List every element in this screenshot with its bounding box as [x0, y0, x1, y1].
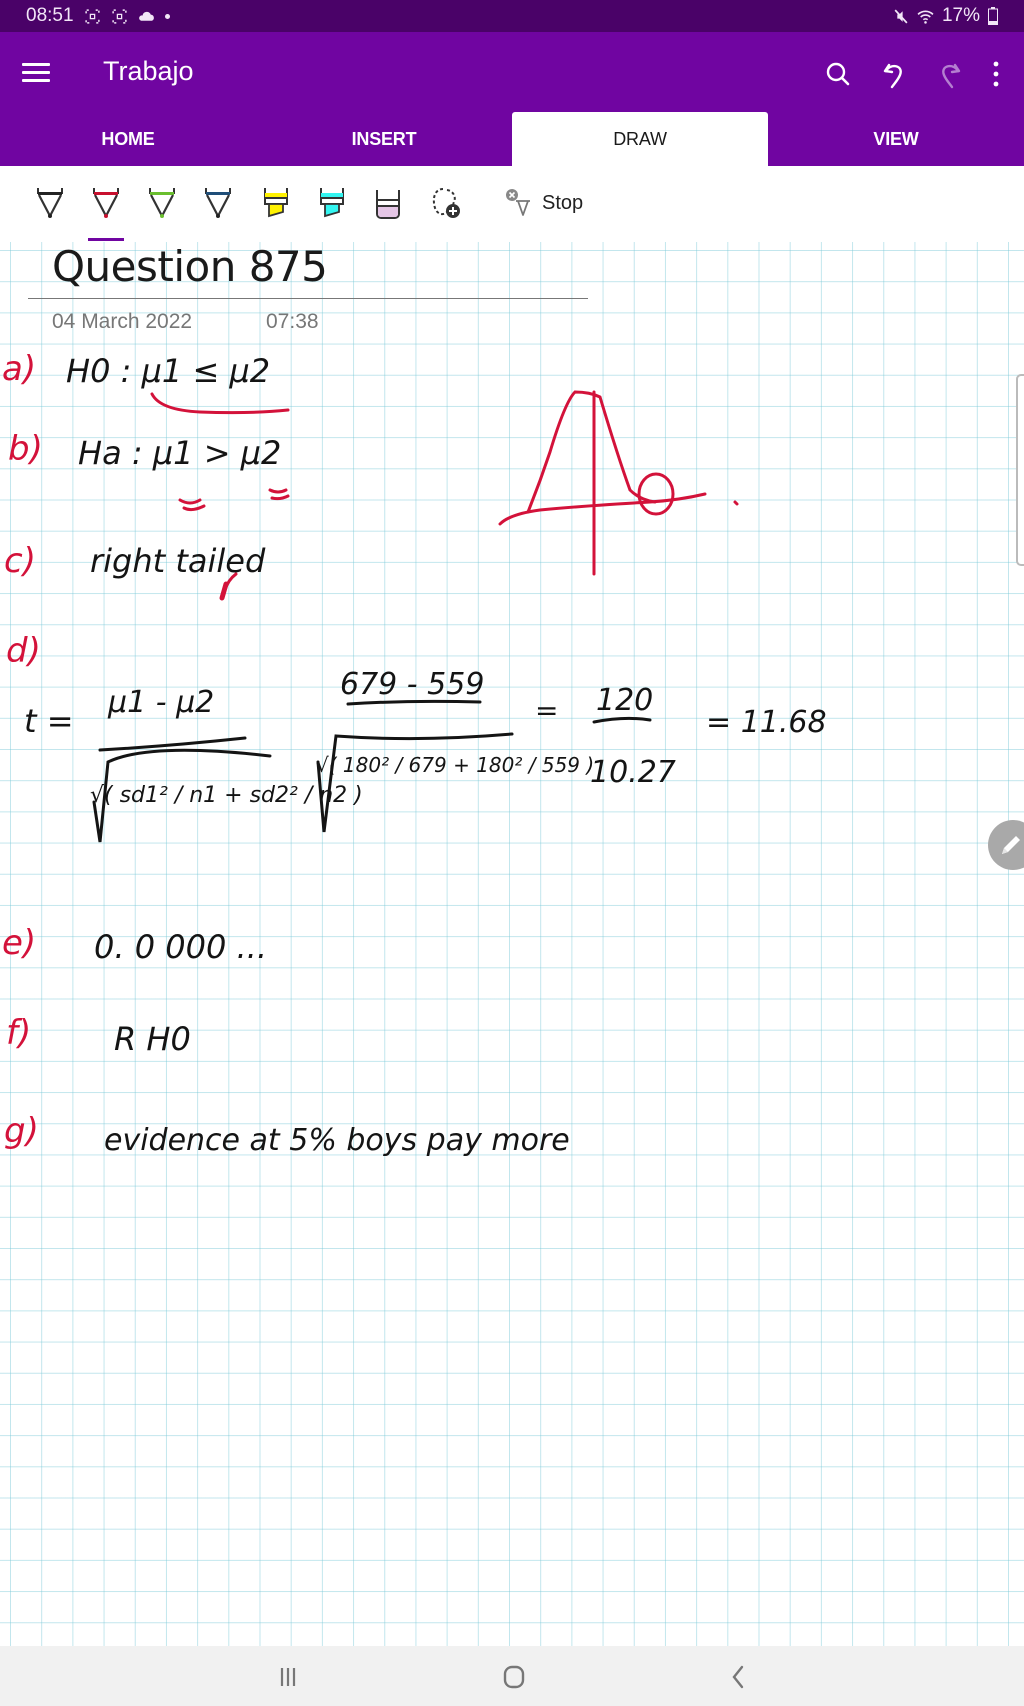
stop-drawing-button[interactable]: Stop: [504, 187, 583, 219]
simplified-numerator: 120: [596, 683, 653, 718]
back-icon: [732, 1665, 744, 1689]
cloud-icon: [138, 11, 154, 21]
redo-icon: [942, 63, 961, 89]
redo-button[interactable]: [922, 52, 978, 96]
label-g: g): [4, 1111, 39, 1151]
stop-label: Stop: [542, 191, 584, 214]
simplified-denominator: 10.27: [590, 755, 676, 790]
highlighter-icon: [320, 188, 344, 218]
home-button[interactable]: [484, 1660, 544, 1694]
lasso-add-icon: [432, 188, 460, 218]
tab-draw[interactable]: DRAW: [512, 112, 768, 166]
dot-icon: [164, 13, 170, 19]
p-value: 0. 0 000 ...: [94, 928, 267, 966]
system-nav-bar: [0, 1646, 1024, 1706]
vertical-scrollbar[interactable]: [1016, 374, 1024, 566]
decision: R H0: [114, 1020, 191, 1058]
ribbon-tabs: HOME INSERT DRAW VIEW: [0, 112, 1024, 166]
highlighter-icon: [376, 190, 400, 219]
mute-icon: [894, 9, 908, 23]
null-hypothesis: H0 : μ1 ≤ μ2: [66, 352, 270, 390]
wifi-icon: [917, 10, 934, 24]
label-e: e): [2, 923, 36, 963]
pen-red-button[interactable]: [86, 183, 126, 241]
undo-icon: [883, 63, 902, 89]
home-icon: [503, 1665, 525, 1689]
label-a: a): [2, 349, 36, 389]
conclusion: evidence at 5% boys pay more: [104, 1123, 570, 1158]
label-b: b): [8, 429, 43, 469]
pen-blue-button[interactable]: [198, 183, 238, 223]
search-button[interactable]: [810, 52, 866, 96]
recent-apps-icon: [280, 1668, 296, 1686]
more-vertical-icon: [993, 61, 999, 87]
highlighter-cyan-button[interactable]: [312, 183, 352, 223]
t-equals: t =: [24, 702, 74, 740]
recent-apps-button[interactable]: [258, 1660, 318, 1694]
screenshot-icon: [84, 8, 100, 24]
pen-icon: [37, 188, 63, 218]
stop-pen-icon: [506, 189, 530, 216]
hamburger-icon-line: [22, 63, 50, 66]
tab-home[interactable]: HOME: [0, 112, 256, 166]
draw-toolbar: Stop: [0, 166, 1024, 242]
ink-layer: a) b) c) d) e) f) g) H0 : μ1 ≤ μ2 Ha : μ…: [2, 349, 827, 1158]
lasso-add-button[interactable]: [426, 183, 466, 223]
battery-percent: 17%: [941, 5, 980, 26]
search-icon: [826, 62, 850, 86]
t-values-denominator: √( 180² / 679 + 180² / 559 ): [316, 753, 594, 777]
app-bar: Trabajo HOME INSERT DRAW VIEW: [0, 32, 1024, 166]
highlighter-lavender-button[interactable]: [368, 183, 408, 223]
battery-icon: [988, 7, 998, 25]
status-time: 08:51: [26, 5, 74, 26]
label-f: f): [6, 1013, 31, 1053]
t-formula-numerator: μ1 - μ2: [107, 685, 214, 720]
screenshot-icon: [111, 8, 127, 24]
back-button[interactable]: [708, 1660, 768, 1694]
label-d: d): [6, 631, 41, 671]
note-canvas[interactable]: Question 875 04 March 2022 07:38 a) b) c…: [0, 242, 1024, 1646]
more-options-button[interactable]: [978, 52, 1014, 96]
tail-type: right tailed: [90, 542, 266, 580]
undo-button[interactable]: [866, 52, 922, 96]
menu-button[interactable]: [20, 58, 52, 90]
t-values-numerator: 679 - 559: [340, 667, 484, 702]
tab-view[interactable]: VIEW: [768, 112, 1024, 166]
status-bar: 08:51 17%: [0, 0, 1024, 32]
notebook-title: Trabajo: [103, 56, 194, 86]
label-c: c): [4, 541, 36, 581]
pencil-icon: [1002, 836, 1020, 854]
tab-insert[interactable]: INSERT: [256, 112, 512, 166]
pen-black-button[interactable]: [30, 183, 70, 223]
highlighter-yellow-button[interactable]: [256, 183, 296, 223]
hamburger-icon-line: [22, 71, 50, 74]
pen-icon: [93, 188, 119, 218]
pen-green-button[interactable]: [142, 183, 182, 223]
t-statistic-result: = 11.68: [706, 705, 827, 740]
highlighter-icon: [264, 188, 288, 218]
alternative-hypothesis: Ha : μ1 > μ2: [78, 434, 281, 472]
pen-icon: [149, 188, 175, 218]
equals-sign: =: [535, 694, 558, 727]
pen-icon: [205, 188, 231, 218]
hamburger-icon-line: [22, 79, 50, 82]
